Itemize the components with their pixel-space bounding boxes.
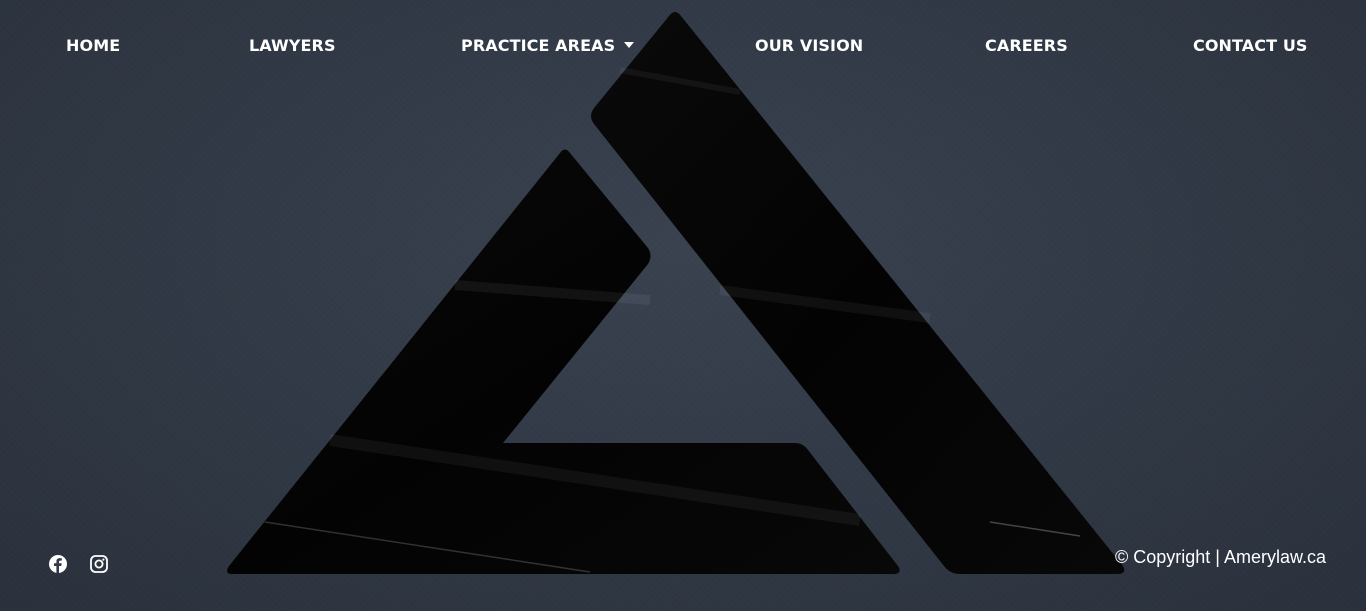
amery-logo — [227, 12, 1125, 574]
nav-item-practice-areas-label: PRACTICE AREAS — [461, 36, 616, 55]
nav-item-practice-areas[interactable]: PRACTICE AREAS — [461, 36, 635, 56]
caret-down-icon — [624, 41, 635, 48]
copyright-text: © Copyright | Amerylaw.ca — [1114, 547, 1326, 567]
facebook-icon[interactable] — [48, 554, 68, 574]
nav-item-our-vision[interactable]: OUR VISION — [755, 36, 863, 56]
nav-item-careers[interactable]: CAREERS — [985, 36, 1068, 56]
main-navigation: HOME LAWYERS PRACTICE AREAS OUR VISION C… — [0, 30, 1366, 64]
nav-item-home[interactable]: HOME — [66, 36, 120, 56]
nav-item-lawyers[interactable]: LAWYERS — [249, 36, 336, 56]
instagram-icon[interactable] — [89, 554, 109, 574]
nav-item-contact-us[interactable]: CONTACT US — [1193, 36, 1308, 56]
